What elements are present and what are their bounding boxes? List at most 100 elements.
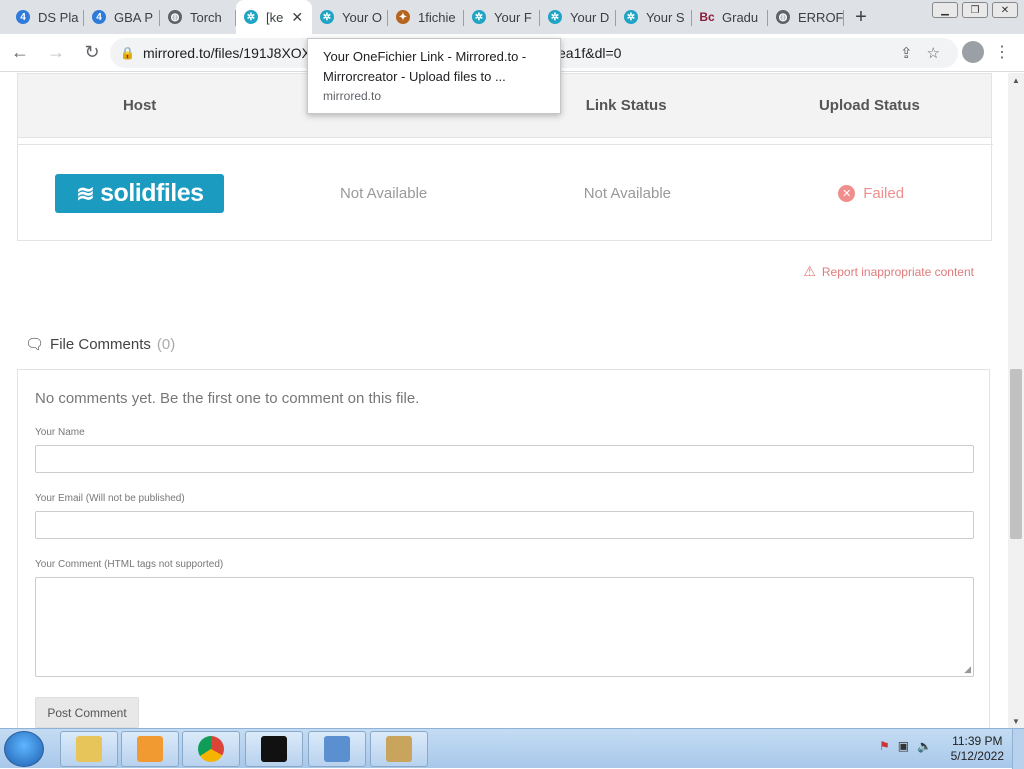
scroll-thumb[interactable] [1010,369,1022,539]
no-comments-text: No comments yet. Be the first one to com… [35,390,420,407]
tab-title: DS Pla [38,9,79,25]
omnibox-actions: ⇪ ☆ [900,44,940,62]
action-center-icon[interactable]: ⚑ [879,739,890,753]
header-host: Host [122,97,157,114]
start-button[interactable] [4,731,44,767]
bookmark-star-icon[interactable]: ☆ [927,44,940,62]
browser-tab[interactable]: ✲ Your D [540,0,616,34]
comments-title-text: File Comments [50,335,151,353]
taskbar-control-panel[interactable] [308,731,366,767]
forward-button[interactable]: → [40,37,72,69]
failed-status: ✕ Failed [838,185,904,202]
solidfiles-logo-mark: ≋ [76,180,95,206]
windows-taskbar: ⚑ ▣ 🔈 11:39 PM 5/12/2022 [0,728,1024,769]
email-field[interactable] [35,511,974,539]
network-icon[interactable]: ▣ [898,739,909,753]
browser-tab[interactable]: ✦ 1fichie [388,0,464,34]
browser-tab[interactable]: ✲ Your F [464,0,540,34]
taskbar-explorer[interactable] [60,731,118,767]
comment-textarea[interactable]: ◢ [35,577,974,677]
4-favicon-icon: 4 [16,10,30,24]
package-icon [386,736,412,762]
report-content-link[interactable]: ⚠ Report inappropriate content [803,263,974,280]
scroll-down-icon[interactable]: ▼ [1008,714,1024,728]
folder-icon [76,736,102,762]
reload-button[interactable]: ↻ [76,37,108,69]
browser-tab[interactable]: ◍ ERROF [768,0,844,34]
tab-title: [ke [266,9,284,25]
resize-grip-icon[interactable]: ◢ [964,664,971,675]
name-label: Your Name [35,427,85,438]
table-row: ≋ solidfiles Not Available Not Available… [18,144,993,242]
close-window-button[interactable]: ✕ [992,2,1018,18]
page-scrollbar[interactable]: ▲ ▼ [1008,73,1024,728]
volume-icon[interactable]: 🔈 [917,739,932,753]
back-button[interactable]: ← [4,37,36,69]
tooltip-domain: mirrored.to [323,89,382,103]
url-tail-text: ea1f&dl=0 [558,45,622,61]
col2-cell: Not Available [339,185,428,202]
gear-favicon-icon: ✲ [472,10,486,24]
scroll-up-icon[interactable]: ▲ [1008,73,1024,87]
gear-favicon-icon: ✲ [244,10,258,24]
url-text: mirrored.to/files/191J8XOX [142,45,312,61]
share-icon[interactable]: ⇪ [900,44,913,62]
solidfiles-logo[interactable]: ≋ solidfiles [55,174,225,213]
browser-menu-icon[interactable]: ⋮ [994,42,1010,62]
report-label: Report inappropriate content [821,264,974,279]
comment-bubble-icon: 🗨 [25,336,45,353]
globe-favicon-icon: ◍ [168,10,182,24]
header-upload-status: Upload Status [818,97,920,114]
host-cell: ≋ solidfiles [18,174,262,213]
media-player-icon [137,736,163,762]
email-label: Your Email (Will not be published) [35,493,185,504]
browser-tab[interactable]: ◍ Torch [160,0,236,34]
system-tray: ⚑ ▣ 🔈 [879,739,932,753]
failed-x-icon: ✕ [838,185,856,202]
failed-label: Failed [863,185,905,202]
chrome-icon [198,736,224,762]
taskbar-package[interactable] [370,731,428,767]
browser-tab[interactable]: ✲ [ke ✕ [236,0,312,34]
tab-list: 4 DS Pla 4 GBA P ◍ Torch ✲ [ke ✕ ✲ Your O ✦ 1fichie ✲… [8,0,844,34]
terminal-icon [261,736,287,762]
clock-time: 11:39 PM [952,734,1003,748]
tab-hover-tooltip: Your OneFichier Link - Mirrored.to - Mir… [307,38,561,114]
browser-tab[interactable]: Bc Gradu [692,0,768,34]
fox-favicon-icon: ✦ [396,10,410,24]
browser-tab[interactable]: ✲ Your S [616,0,692,34]
tab-title: Torch [190,9,222,25]
Bc-favicon-icon: Bc [699,10,715,24]
4-favicon-icon: 4 [92,10,106,24]
comments-count: (0) [156,335,176,353]
tab-title: Your S [646,9,685,25]
post-comment-button[interactable]: Post Comment [35,697,139,728]
tooltip-title: Your OneFichier Link - Mirrored.to - Mir… [323,49,527,84]
upload-status-cell: ✕ Failed [749,185,993,202]
browser-tab[interactable]: ✲ Your O [312,0,388,34]
solidfiles-logo-text: solidfiles [100,179,204,207]
window-controls: ▁ ❐ ✕ [932,2,1018,18]
warning-icon: ⚠ [803,263,816,279]
show-desktop-button[interactable] [1012,729,1024,769]
minimize-button[interactable]: ▁ [932,2,958,18]
browser-tab[interactable]: 4 DS Pla [8,0,84,34]
profile-avatar[interactable] [962,41,984,63]
browser-tab[interactable]: 4 GBA P [84,0,160,34]
system-clock[interactable]: 11:39 PM 5/12/2022 [951,734,1004,764]
new-tab-button[interactable]: + [844,0,878,34]
tab-close-icon[interactable]: ✕ [291,9,303,26]
lock-icon: 🔒 [120,46,135,60]
gear-favicon-icon: ✲ [548,10,562,24]
tab-title: Your O [342,9,382,25]
restore-button[interactable]: ❐ [962,2,988,18]
browser-tabstrip: 4 DS Pla 4 GBA P ◍ Torch ✲ [ke ✕ ✲ Your O ✦ 1fichie ✲… [0,0,1024,34]
name-field[interactable] [35,445,974,473]
taskbar-cmd[interactable] [245,731,303,767]
taskbar-chrome[interactable] [182,731,240,767]
taskbar-media-player[interactable] [121,731,179,767]
comments-heading: 🗨 File Comments (0) [25,335,176,354]
link-status-cell: Not Available [583,185,672,202]
clock-date: 5/12/2022 [950,749,1004,763]
gear-favicon-icon: ✲ [624,10,638,24]
